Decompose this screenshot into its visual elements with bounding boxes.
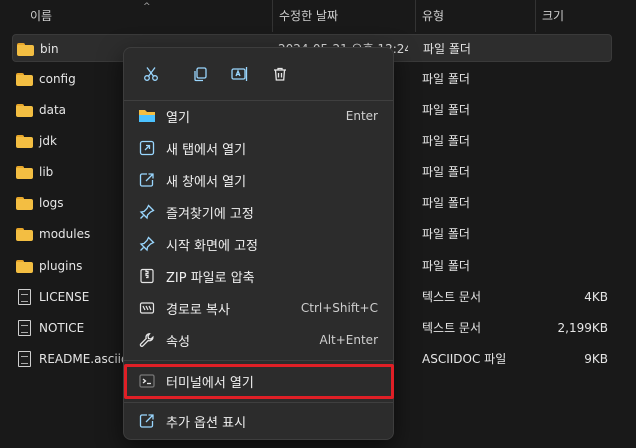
copy-button[interactable] — [185, 60, 215, 88]
trash-icon — [274, 67, 286, 81]
folder-icon — [16, 72, 33, 86]
row-name: bin — [40, 42, 59, 56]
menu-item-5[interactable]: 시작 화면에 고정 — [128, 229, 390, 259]
cut-button[interactable] — [136, 60, 166, 88]
scissors-icon — [144, 67, 158, 81]
row-size — [533, 35, 609, 63]
menu-item-label: 터미널에서 열기 — [166, 375, 254, 391]
column-header-size[interactable]: 크기 — [535, 0, 615, 32]
menu-item-label: 새 탭에서 열기 — [166, 142, 247, 158]
row-name: NOTICE — [39, 321, 85, 335]
pin-icon — [138, 203, 156, 221]
row-size — [532, 96, 608, 124]
folder-icon — [16, 103, 33, 117]
folder-icon — [16, 259, 33, 273]
document-icon — [18, 351, 31, 367]
row-name: data — [39, 103, 67, 117]
folder-icon — [16, 196, 33, 210]
row-size — [532, 127, 608, 155]
row-type: 파일 폴더 — [422, 165, 470, 179]
row-type: 텍스트 문서 — [422, 290, 482, 304]
row-size — [532, 252, 608, 280]
menu-item-label: 즐겨찾기에 고정 — [166, 206, 254, 222]
row-type: 파일 폴더 — [422, 227, 470, 241]
row-type: 파일 폴더 — [422, 134, 470, 148]
row-name: jdk — [39, 134, 57, 148]
row-size: 4KB — [584, 290, 608, 304]
row-name: plugins — [39, 259, 83, 273]
row-name: modules — [39, 227, 91, 241]
context-menu: 열기 Enter 새 탭에서 열기새 창에서 열기즐겨찾기에 고정시작 화면에 고정… — [123, 47, 394, 440]
wrench-icon — [138, 331, 156, 349]
row-size — [532, 220, 608, 248]
row-type: 파일 폴더 — [422, 103, 470, 117]
terminal-icon — [138, 372, 156, 390]
row-type: 파일 폴더 — [422, 72, 470, 86]
menu-separator — [124, 402, 393, 403]
menu-item-4[interactable]: 즐겨찾기에 고정 — [128, 197, 390, 227]
folder-icon — [17, 42, 34, 56]
folder-icon — [16, 134, 33, 148]
row-name: lib — [39, 165, 54, 179]
menu-item-3[interactable]: 새 창에서 열기 — [128, 165, 390, 195]
menu-item-7[interactable]: 경로로 복사 Ctrl+Shift+C — [128, 293, 390, 323]
row-name: logs — [39, 196, 64, 210]
column-header-bar: 이름 ^ 수정한 날짜 유형 크기 — [0, 0, 636, 32]
copy-path-icon — [138, 299, 156, 317]
menu-item-label: 속성 — [166, 334, 190, 350]
row-size: 2,199KB — [557, 321, 608, 335]
menu-item-label: 열기 — [166, 110, 190, 126]
menu-item-shortcut: Alt+Enter — [319, 333, 378, 347]
row-size — [532, 65, 608, 93]
row-name: LICENSE — [39, 290, 90, 304]
menu-item-9[interactable]: 터미널에서 열기 — [128, 366, 390, 396]
menu-separator — [124, 360, 393, 361]
row-type: 텍스트 문서 — [422, 321, 482, 335]
open-folder-icon — [138, 107, 156, 125]
menu-item-label: ZIP 파일로 압축 — [166, 270, 255, 286]
column-header-type[interactable]: 유형 — [415, 0, 535, 32]
menu-item-label: 경로로 복사 — [166, 302, 230, 318]
sort-ascending-icon: ^ — [143, 2, 151, 12]
quick-actions-bar — [136, 60, 376, 88]
row-size — [532, 158, 608, 186]
new-tab-icon — [138, 139, 156, 157]
rename-button[interactable] — [225, 60, 255, 88]
row-type: ASCIIDOC 파일 — [422, 352, 507, 366]
column-header-date[interactable]: 수정한 날짜 — [272, 0, 415, 32]
delete-button[interactable] — [265, 60, 295, 88]
menu-item-1[interactable]: 열기 Enter — [128, 101, 390, 131]
row-size: 9KB — [584, 352, 608, 366]
menu-item-label: 시작 화면에 고정 — [166, 238, 258, 254]
document-icon — [18, 320, 31, 336]
copy-icon — [194, 67, 207, 82]
folder-icon — [16, 165, 33, 179]
menu-item-shortcut: Ctrl+Shift+C — [300, 301, 378, 315]
menu-item-label: 새 창에서 열기 — [166, 174, 247, 190]
row-size — [532, 189, 608, 217]
pin-start-icon — [138, 235, 156, 253]
rename-icon — [231, 67, 248, 81]
zip-icon — [138, 267, 156, 285]
menu-item-6[interactable]: ZIP 파일로 압축 — [128, 261, 390, 291]
menu-item-10[interactable]: 추가 옵션 표시 — [128, 406, 390, 436]
row-name: config — [39, 72, 76, 86]
row-type: 파일 폴더 — [422, 259, 470, 273]
menu-item-shortcut: Enter — [345, 109, 378, 123]
folder-icon — [16, 227, 33, 241]
menu-item-2[interactable]: 새 탭에서 열기 — [128, 133, 390, 163]
menu-item-label: 추가 옵션 표시 — [166, 415, 247, 431]
row-type: 파일 폴더 — [422, 196, 470, 210]
menu-item-8[interactable]: 속성 Alt+Enter — [128, 325, 390, 355]
more-options-icon — [138, 412, 156, 430]
row-type: 파일 폴더 — [423, 42, 471, 56]
new-window-icon — [138, 171, 156, 189]
document-icon — [18, 289, 31, 305]
